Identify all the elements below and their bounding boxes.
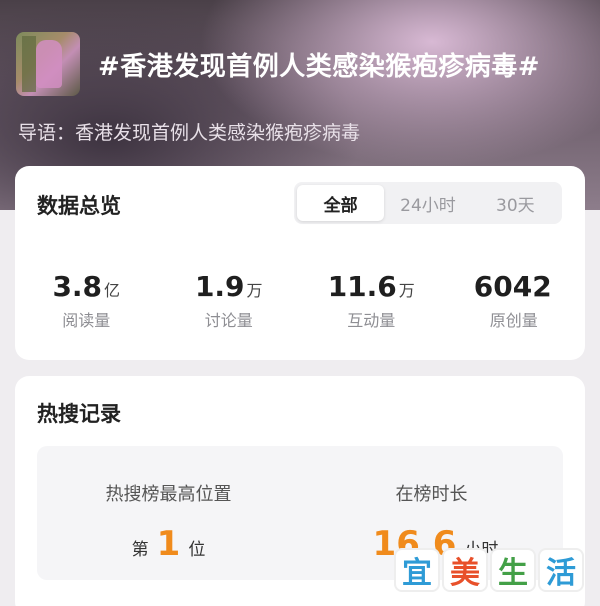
stat-originals: 6042 原创量 — [443, 270, 586, 331]
topic-title: #香港发现首例人类感染猴疱疹病毒# — [98, 52, 541, 82]
position-value: 1 — [156, 524, 181, 564]
stat-discussions-value: 1.9 — [194, 270, 245, 303]
watermark-char: 生 — [490, 548, 536, 592]
watermark-char: 宜 — [394, 548, 440, 592]
highest-position-label: 热搜榜最高位置 — [105, 484, 232, 505]
highest-position: 热搜榜最高位置 第1位 — [37, 446, 300, 580]
hot-search-title: 热搜记录 — [37, 402, 121, 426]
stat-discussions-unit: 万 — [246, 281, 263, 300]
stat-interactions-value: 11.6 — [327, 270, 397, 303]
guide-label: 导语： — [18, 122, 76, 144]
guide-text: 香港发现首例人类感染猴疱疹病毒 — [75, 122, 361, 144]
topic-avatar[interactable] — [16, 32, 80, 96]
watermark-char: 美 — [442, 548, 488, 592]
stat-interactions-unit: 万 — [398, 281, 415, 300]
topic-guide: 导语：香港发现首例人类感染猴疱疹病毒 — [18, 118, 360, 145]
data-overview-title: 数据总览 — [37, 194, 121, 218]
position-prefix: 第 — [131, 540, 149, 560]
tab-30-days[interactable]: 30天 — [472, 185, 559, 221]
stat-reads: 3.8 亿 阅读量 — [15, 270, 158, 331]
time-range-segmented-control: 全部 24小时 30天 — [294, 182, 562, 224]
time-on-list-label: 在榜时长 — [395, 484, 468, 505]
data-overview-card: 数据总览 全部 24小时 30天 3.8 亿 阅读量 1.9 万 讨论量 11.6 万… — [15, 166, 585, 360]
tab-all[interactable]: 全部 — [297, 185, 385, 221]
position-suffix: 位 — [188, 540, 206, 560]
watermark-logo: 宜 美 生 活 — [394, 548, 584, 592]
stat-discussions-label: 讨论量 — [204, 311, 253, 330]
stat-originals-value: 6042 — [473, 270, 552, 303]
stats-row: 3.8 亿 阅读量 1.9 万 讨论量 11.6 万 互动量 6042 原创量 — [15, 270, 585, 331]
watermark-char: 活 — [538, 548, 584, 592]
stat-reads-unit: 亿 — [104, 281, 121, 300]
tab-24-hours[interactable]: 24小时 — [384, 185, 471, 221]
stat-reads-value: 3.8 — [52, 270, 103, 303]
stat-reads-label: 阅读量 — [62, 311, 111, 330]
stat-discussions: 1.9 万 讨论量 — [158, 270, 301, 331]
stat-interactions: 11.6 万 互动量 — [300, 270, 443, 331]
stat-originals-label: 原创量 — [489, 311, 538, 330]
stat-interactions-label: 互动量 — [347, 311, 396, 330]
